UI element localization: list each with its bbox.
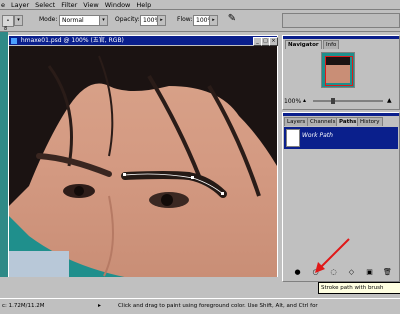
menu-edit[interactable]: e [1, 1, 5, 9]
tab-layers[interactable]: Layers [284, 117, 309, 126]
menu-help[interactable]: Help [136, 1, 151, 9]
document-window: hmaxe01.psd @ 100% (五官, RGB) _ □ × [8, 35, 278, 279]
tab-channels[interactable]: Channels [307, 117, 339, 126]
fill-path-icon[interactable]: ● [293, 268, 302, 277]
work-path-label: Work Path [302, 132, 333, 139]
mode-select[interactable]: Normal [59, 15, 101, 26]
mode-label: Mode: [39, 16, 58, 23]
menu-layer[interactable]: Layer [11, 1, 29, 9]
navigator-preview [321, 52, 355, 88]
menu-filter[interactable]: Filter [61, 1, 77, 9]
tab-paths[interactable]: Paths [336, 117, 360, 126]
options-bar: • ▾ 8 Mode: Normal ▾ Opacity: 100% ▸ Flo… [0, 10, 400, 32]
paths-title-strip [283, 113, 399, 116]
menu-select[interactable]: Select [35, 1, 55, 9]
tooltip: Stroke path with brush [318, 282, 400, 294]
navigator-zoom[interactable]: 100% [284, 98, 301, 105]
tab-info[interactable]: Info [323, 40, 340, 49]
opacity-label: Opacity: [115, 16, 140, 23]
mode-dropdown-button[interactable]: ▾ [99, 15, 108, 26]
zoom-in-icon[interactable]: ▲ [387, 97, 392, 104]
document-title-bar: hmaxe01.psd @ 100% (五官, RGB) [9, 36, 277, 45]
menu-bar: e Layer Select Filter View Window Help [0, 0, 400, 10]
navigator-panel: Navigator Info 100% ▴ ▲ [282, 35, 400, 110]
tab-history[interactable]: History [357, 117, 383, 126]
navigator-view-box[interactable] [325, 56, 353, 86]
new-path-icon[interactable]: ▣ [365, 268, 374, 277]
flow-label: Flow: [177, 16, 193, 23]
tab-navigator[interactable]: Navigator [285, 40, 322, 49]
document-title: hmaxe01.psd @ 100% (五官, RGB) [20, 37, 124, 44]
close-button[interactable]: × [269, 37, 278, 46]
work-path-thumbnail [286, 129, 300, 147]
status-bar: c: 1.72M/11.2M ▸ Click and drag to paint… [0, 298, 400, 314]
document-icon [11, 37, 17, 44]
canvas-photo[interactable] [9, 46, 277, 278]
red-arrow-annotation [315, 238, 350, 273]
zoom-slider[interactable] [313, 100, 383, 102]
palette-well[interactable] [282, 13, 400, 28]
workspace-bottom [0, 277, 282, 298]
work-path-row[interactable]: Work Path [284, 127, 398, 149]
flow-field[interactable]: 100% [193, 15, 213, 26]
status-hint: Click and drag to paint using foreground… [118, 303, 318, 309]
menu-window[interactable]: Window [105, 1, 131, 9]
delete-path-icon[interactable]: 🗑 [383, 268, 392, 277]
doc-size-readout: c: 1.72M/11.2M [2, 303, 45, 309]
zoom-out-icon[interactable]: ▴ [303, 97, 306, 104]
zoom-slider-thumb[interactable] [331, 98, 335, 104]
opacity-dropdown-button[interactable]: ▸ [157, 15, 166, 26]
workspace-background [0, 32, 8, 298]
brush-preset-dropdown[interactable]: ▾ [14, 15, 23, 26]
flow-dropdown-button[interactable]: ▸ [209, 15, 218, 26]
navigator-title-strip [283, 36, 399, 39]
status-arrow-icon[interactable]: ▸ [98, 302, 101, 310]
opacity-field[interactable]: 100% [140, 15, 160, 26]
red-arrow-shaft [319, 238, 350, 269]
menu-view[interactable]: View [83, 1, 98, 9]
airbrush-icon[interactable]: ✎ [226, 13, 238, 25]
